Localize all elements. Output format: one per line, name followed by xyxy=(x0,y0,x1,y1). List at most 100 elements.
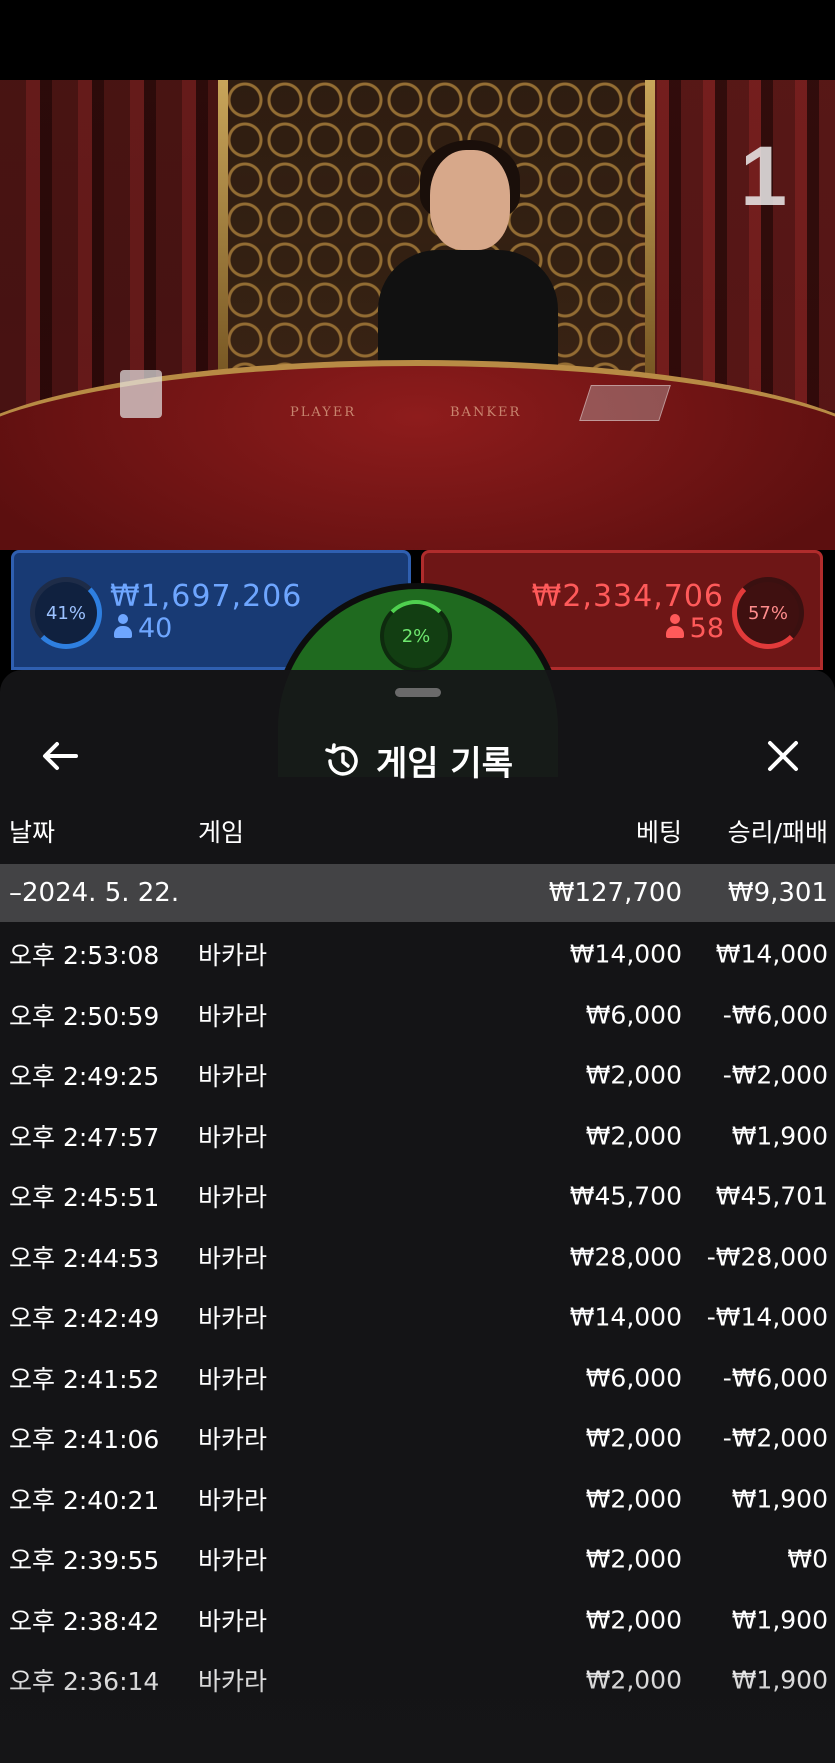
row-result: -₩6,000 xyxy=(722,1000,828,1030)
history-row[interactable]: 오후 2:44:53 바카라 ₩28,000 -₩28,000 xyxy=(0,1227,835,1288)
row-result: ₩1,900 xyxy=(731,1484,828,1514)
banker-bet-amount: ₩2,334,706 xyxy=(531,579,724,614)
card-shoe xyxy=(120,370,162,418)
row-bet: ₩2,000 xyxy=(585,1423,682,1453)
history-row[interactable]: 오후 2:36:14 바카라 ₩2,000 ₩1,900 xyxy=(0,1650,835,1711)
row-bet: ₩2,000 xyxy=(585,1121,682,1151)
player-bet-amount: ₩1,697,206 xyxy=(110,579,303,614)
row-result: -₩28,000 xyxy=(706,1242,828,1272)
row-result: ₩1,900 xyxy=(731,1121,828,1151)
player-percent: 41% xyxy=(45,602,86,624)
felt-label-player: PLAYER xyxy=(290,405,357,420)
column-header-result: 승리/패배 xyxy=(727,818,828,847)
row-game: 바카라 xyxy=(198,1667,268,1697)
sheet-drag-handle[interactable] xyxy=(395,688,441,697)
history-rows: 오후 2:53:08 바카라 ₩14,000 ₩14,000 오후 2:50:59 바카라… xyxy=(0,924,835,1711)
history-row[interactable]: 오후 2:39:55 바카라 ₩2,000 ₩0 xyxy=(0,1529,835,1590)
history-row[interactable]: 오후 2:41:52 바카라 ₩6,000 -₩6,000 xyxy=(0,1348,835,1409)
table-header: 날짜 게임 베팅 승리/패배 xyxy=(0,800,835,862)
player-percent-ring: 41% xyxy=(30,577,102,649)
date-group-result-total: ₩9,301 xyxy=(727,878,828,908)
row-bet: ₩2,000 xyxy=(585,1544,682,1574)
row-time: 오후 2:53:08 xyxy=(9,941,160,971)
row-game: 바카라 xyxy=(198,1304,268,1334)
history-row[interactable]: 오후 2:41:06 바카라 ₩2,000 -₩2,000 xyxy=(0,1408,835,1469)
history-row[interactable]: 오후 2:47:57 바카라 ₩2,000 ₩1,900 xyxy=(0,1106,835,1167)
row-result: ₩1,900 xyxy=(731,1605,828,1635)
row-result: ₩0 xyxy=(787,1544,828,1574)
sheet-header: 게임 기록 xyxy=(0,710,835,806)
row-bet: ₩2,000 xyxy=(585,1605,682,1635)
row-game: 바카라 xyxy=(198,1485,268,1515)
row-game: 바카라 xyxy=(198,1001,268,1031)
gold-pillar xyxy=(645,80,655,410)
row-game: 바카라 xyxy=(198,1606,268,1636)
row-game: 바카라 xyxy=(198,1364,268,1394)
history-row[interactable]: 오후 2:38:42 바카라 ₩2,000 ₩1,900 xyxy=(0,1590,835,1651)
date-group-date: –2024. 5. 22. xyxy=(9,878,180,908)
person-icon xyxy=(114,614,132,640)
gold-pillar xyxy=(218,80,228,410)
dealer-face xyxy=(430,150,510,250)
column-header-bet: 베팅 xyxy=(635,818,682,847)
column-header-date: 날짜 xyxy=(9,818,56,847)
row-result: -₩2,000 xyxy=(722,1423,828,1453)
row-time: 오후 2:45:51 xyxy=(9,1183,160,1213)
row-bet: ₩14,000 xyxy=(569,1302,682,1332)
row-bet: ₩14,000 xyxy=(569,939,682,969)
row-game: 바카라 xyxy=(198,1546,268,1576)
tie-percent: 2% xyxy=(401,625,431,647)
row-time: 오후 2:41:52 xyxy=(9,1364,160,1394)
tie-percent-ring: 2% xyxy=(380,600,452,672)
row-game: 바카라 xyxy=(198,941,268,971)
row-time: 오후 2:49:25 xyxy=(9,1062,160,1092)
row-bet: ₩2,000 xyxy=(585,1060,682,1090)
row-time: 오후 2:38:42 xyxy=(9,1606,160,1636)
row-bet: ₩6,000 xyxy=(585,1363,682,1393)
player-bettor-count-wrap: 40 xyxy=(114,613,172,644)
row-bet: ₩2,000 xyxy=(585,1665,682,1695)
row-game: 바카라 xyxy=(198,1425,268,1455)
felt-label-banker: BANKER xyxy=(450,405,522,420)
status-bar xyxy=(0,0,835,80)
row-game: 바카라 xyxy=(198,1122,268,1152)
history-row[interactable]: 오후 2:42:49 바카라 ₩14,000 -₩14,000 xyxy=(0,1287,835,1348)
row-time: 오후 2:47:57 xyxy=(9,1122,160,1152)
banker-bettor-count: 58 xyxy=(689,613,724,644)
row-result: ₩45,701 xyxy=(715,1181,828,1211)
row-bet: ₩28,000 xyxy=(569,1242,682,1272)
row-result: ₩1,900 xyxy=(731,1665,828,1695)
row-time: 오후 2:39:55 xyxy=(9,1546,160,1576)
date-group-bet-total: ₩127,700 xyxy=(548,878,682,908)
sheet-title-group: 게임 기록 xyxy=(0,736,835,785)
row-time: 오후 2:44:53 xyxy=(9,1243,160,1273)
row-time: 오후 2:36:14 xyxy=(9,1667,160,1697)
date-group-row[interactable]: –2024. 5. 22. ₩127,700 ₩9,301 xyxy=(0,864,835,922)
row-bet: ₩45,700 xyxy=(569,1181,682,1211)
sheet-title: 게임 기록 xyxy=(376,744,513,784)
row-bet: ₩6,000 xyxy=(585,1000,682,1030)
row-result: -₩6,000 xyxy=(722,1363,828,1393)
row-time: 오후 2:42:49 xyxy=(9,1304,160,1334)
column-header-game: 게임 xyxy=(198,818,245,847)
row-time: 오후 2:41:06 xyxy=(9,1425,160,1455)
row-time: 오후 2:40:21 xyxy=(9,1485,160,1515)
close-icon xyxy=(768,741,798,771)
history-row[interactable]: 오후 2:50:59 바카라 ₩6,000 -₩6,000 xyxy=(0,985,835,1046)
row-result: ₩14,000 xyxy=(715,939,828,969)
close-button[interactable] xyxy=(759,732,807,780)
history-row[interactable]: 오후 2:49:25 바카라 ₩2,000 -₩2,000 xyxy=(0,1045,835,1106)
history-clock-icon xyxy=(325,742,358,776)
row-result: -₩2,000 xyxy=(722,1060,828,1090)
history-table: 날짜 게임 베팅 승리/패배 –2024. 5. 22. ₩127,700 ₩9… xyxy=(0,800,835,1711)
banker-percent: 57% xyxy=(747,602,788,624)
row-result: -₩14,000 xyxy=(706,1302,828,1332)
curtain-right xyxy=(635,80,835,410)
history-row[interactable]: 오후 2:53:08 바카라 ₩14,000 ₩14,000 xyxy=(0,924,835,985)
history-row[interactable]: 오후 2:40:21 바카라 ₩2,000 ₩1,900 xyxy=(0,1469,835,1530)
banker-percent-ring: 57% xyxy=(732,577,804,649)
player-bettor-count: 40 xyxy=(138,613,173,644)
row-game: 바카라 xyxy=(198,1183,268,1213)
history-row[interactable]: 오후 2:45:51 바카라 ₩45,700 ₩45,701 xyxy=(0,1166,835,1227)
discard-tray xyxy=(579,385,671,421)
